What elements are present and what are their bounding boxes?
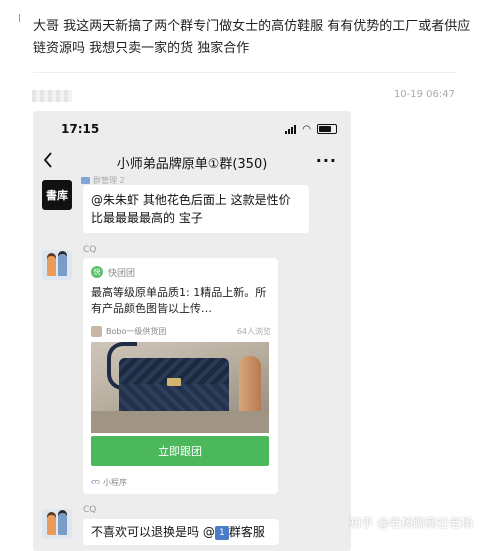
blurred-username <box>32 90 72 102</box>
join-group-buy-button[interactable]: 立即跟团 <box>91 436 269 466</box>
supplier-avatar <box>91 326 102 337</box>
more-icon[interactable]: ··· <box>316 151 337 170</box>
group-badge-icon <box>81 177 90 184</box>
card-source: 快团团 <box>108 269 136 279</box>
status-icons: ◠ <box>285 124 337 134</box>
mini-program-icon: ဢ <box>91 477 100 487</box>
battery-icon <box>317 124 337 134</box>
avatar[interactable] <box>42 509 72 539</box>
product-image <box>91 342 269 433</box>
message-bubble[interactable]: 不喜欢可以退换是吗 @1 群客服 <box>83 519 279 545</box>
number-badge: 1 <box>214 525 229 540</box>
sender-name: CQ <box>83 245 97 255</box>
watermark: 知乎 @老杨聊商社老杨 <box>349 516 473 530</box>
sender-name: CQ <box>83 505 97 515</box>
chat-screenshot: 17:15 ◠ 小师弟品牌原单①群(350) ··· 書库 群管理 2 @朱朱虾… <box>33 111 351 551</box>
avatar[interactable]: 書库 <box>42 180 72 210</box>
timestamp: 10-19 06:47 <box>393 89 455 100</box>
post-text: 大哥 我这两天新搞了两个群专门做女士的高仿鞋服 有有优势的工厂或者供应链资源吗 … <box>33 19 471 56</box>
message-bubble[interactable]: @朱朱虾 其他花色后面上 这款是性价比最最最最高的 宝子 <box>83 185 309 233</box>
status-time: 17:15 <box>61 122 100 136</box>
signal-icon <box>285 124 297 134</box>
supplier-name: Bobo一级供货团 <box>106 327 167 336</box>
group-buy-card[interactable]: 快 快团团 最高等级原单品质1: 1精品上新。所有产品颜色图皆以上传… Bobo… <box>83 258 278 494</box>
kuaituantuan-logo-icon: 快 <box>91 266 103 278</box>
view-count: 64人浏览 <box>236 327 271 336</box>
mini-program-label: 小程序 <box>103 478 127 487</box>
quote-marker <box>19 14 20 22</box>
divider <box>33 72 457 73</box>
card-description: 最高等级原单品质1: 1精品上新。所有产品颜色图皆以上传… <box>91 286 267 315</box>
avatar[interactable] <box>42 250 72 280</box>
chat-title: 小师弟品牌原单①群(350) <box>116 157 268 172</box>
wifi-icon: ◠ <box>302 123 311 135</box>
